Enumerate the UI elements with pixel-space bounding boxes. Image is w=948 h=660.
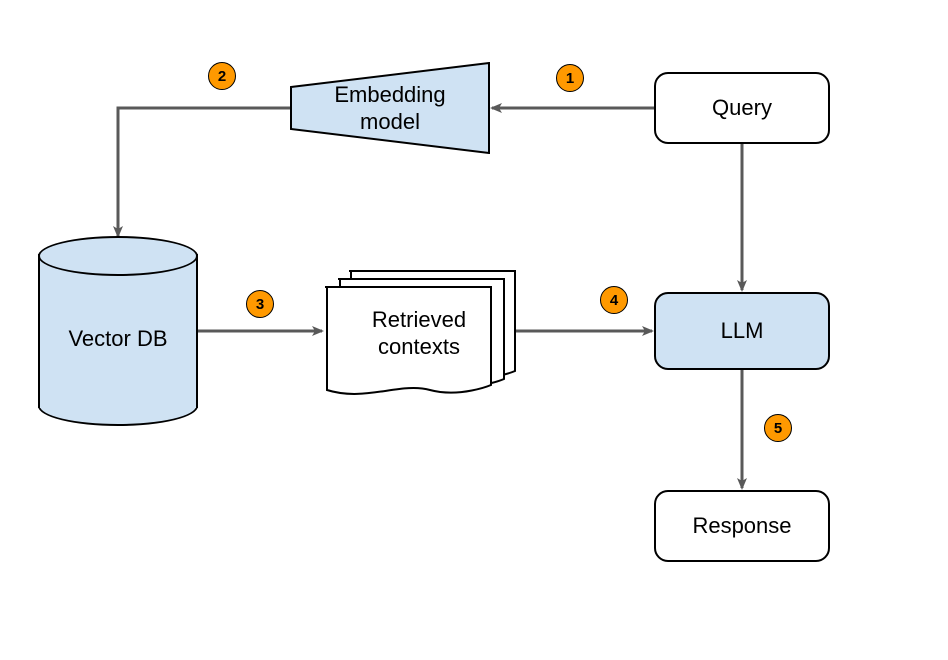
- step-badge-1: 1: [556, 64, 584, 92]
- step-badge-3: 3: [246, 290, 274, 318]
- response-label: Response: [692, 512, 791, 540]
- embedding-model-label: Embedding model: [334, 81, 445, 136]
- step-badge-2-label: 2: [218, 68, 226, 85]
- embedding-model-node: Embedding model: [290, 62, 490, 154]
- retrieved-contexts-label: Retrieved contexts: [372, 306, 466, 361]
- step-badge-5: 5: [764, 414, 792, 442]
- cylinder-top: [38, 236, 198, 276]
- step-badge-4: 4: [600, 286, 628, 314]
- step-badge-4-label: 4: [610, 292, 618, 309]
- step-badge-5-label: 5: [774, 420, 782, 437]
- query-label: Query: [712, 94, 772, 122]
- arrow-embedding-to-vectordb: [118, 108, 290, 236]
- vector-db-node: Vector DB: [38, 236, 198, 426]
- llm-label: LLM: [721, 317, 764, 345]
- response-node: Response: [654, 490, 830, 562]
- step-badge-3-label: 3: [256, 296, 264, 313]
- query-node: Query: [654, 72, 830, 144]
- llm-node: LLM: [654, 292, 830, 370]
- step-badge-1-label: 1: [566, 70, 574, 87]
- retrieved-contexts-node: Retrieved contexts: [322, 270, 516, 396]
- vector-db-label: Vector DB: [38, 326, 198, 352]
- step-badge-2: 2: [208, 62, 236, 90]
